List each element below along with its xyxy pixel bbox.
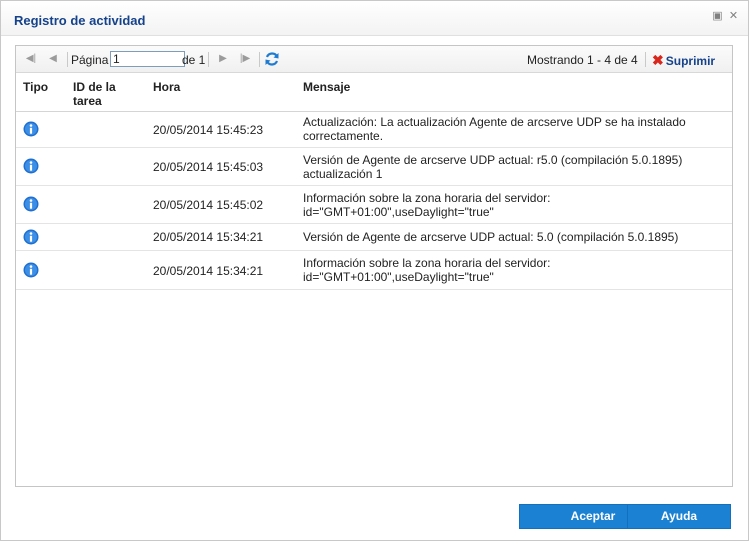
paging-toolbar: ◀| ◀ Página de 1 ▶ |▶ Mostrando 1 - 4 de… bbox=[16, 46, 732, 73]
toolbar-separator bbox=[645, 52, 646, 67]
column-header-job-id-line2: tarea bbox=[73, 94, 102, 108]
column-header-type[interactable]: Tipo bbox=[23, 80, 48, 94]
last-page-icon[interactable]: |▶ bbox=[238, 52, 252, 66]
row-message: Versión de Agente de arcserve UDP actual… bbox=[303, 153, 682, 181]
toolbar-separator bbox=[259, 52, 260, 67]
row-message: Versión de Agente de arcserve UDP actual… bbox=[303, 230, 678, 244]
row-message-line1: Actualización: La actualización Agente d… bbox=[303, 115, 686, 129]
info-icon bbox=[23, 262, 39, 278]
row-message-line1: Versión de Agente de arcserve UDP actual… bbox=[303, 230, 679, 244]
row-message-line2: correctamente. bbox=[303, 129, 384, 143]
info-icon bbox=[23, 121, 39, 137]
column-header-job-id-line1: ID de la bbox=[73, 80, 116, 94]
close-icon[interactable]: ✕ bbox=[728, 11, 739, 22]
next-page-icon[interactable]: ▶ bbox=[216, 52, 230, 66]
row-message-line1: Información sobre la zona horaria del se… bbox=[303, 191, 551, 205]
help-button[interactable]: Ayuda bbox=[627, 504, 731, 529]
table-header: Tipo ID de la tarea Hora Mensaje bbox=[16, 73, 732, 112]
row-message: Información sobre la zona horaria del se… bbox=[303, 256, 550, 284]
column-header-message[interactable]: Mensaje bbox=[303, 80, 350, 94]
restore-icon[interactable]: ▣ bbox=[712, 11, 723, 22]
page-number-input[interactable] bbox=[110, 51, 185, 67]
table-row[interactable]: 20/05/2014 15:45:03 Versión de Agente de… bbox=[16, 148, 732, 186]
row-message-line2: id="GMT+01:00",useDaylight="true" bbox=[303, 270, 494, 284]
row-time: 20/05/2014 15:34:21 bbox=[153, 264, 264, 278]
row-time: 20/05/2014 15:45:02 bbox=[153, 198, 264, 212]
info-icon bbox=[23, 196, 39, 212]
info-icon bbox=[23, 229, 39, 245]
row-time: 20/05/2014 15:45:23 bbox=[153, 123, 264, 137]
table-row[interactable]: 20/05/2014 15:34:21 Información sobre la… bbox=[16, 251, 732, 290]
table-row[interactable]: 20/05/2014 15:34:21 Versión de Agente de… bbox=[16, 224, 732, 251]
column-header-time[interactable]: Hora bbox=[153, 80, 180, 94]
row-message-line1: Información sobre la zona horaria del se… bbox=[303, 256, 551, 270]
dialog-title: Registro de actividad bbox=[14, 13, 146, 28]
first-page-icon[interactable]: ◀| bbox=[24, 52, 38, 66]
row-time: 20/05/2014 15:34:21 bbox=[153, 230, 264, 244]
title-bar: Registro de actividad ▣ ✕ bbox=[1, 1, 748, 36]
delete-label: Suprimir bbox=[665, 54, 716, 68]
activity-grid: ◀| ◀ Página de 1 ▶ |▶ Mostrando 1 - 4 de… bbox=[15, 45, 733, 487]
row-time: 20/05/2014 15:45:03 bbox=[153, 160, 264, 174]
row-message-line1: Versión de Agente de arcserve UDP actual… bbox=[303, 153, 683, 167]
row-message-line2: id="GMT+01:00",useDaylight="true" bbox=[303, 205, 494, 219]
row-message-line2: actualización 1 bbox=[303, 167, 383, 181]
toolbar-separator bbox=[208, 52, 209, 67]
delete-icon: ✖ bbox=[652, 52, 664, 68]
previous-page-icon[interactable]: ◀ bbox=[46, 52, 60, 66]
row-message: Actualización: La actualización Agente d… bbox=[303, 115, 686, 143]
table-row[interactable]: 20/05/2014 15:45:23 Actualización: La ac… bbox=[16, 112, 732, 148]
row-message: Información sobre la zona horaria del se… bbox=[303, 191, 550, 219]
activity-log-dialog: Registro de actividad ▣ ✕ ◀| ◀ Página de… bbox=[0, 0, 749, 541]
delete-button[interactable]: ✖ Suprimir bbox=[652, 52, 715, 68]
info-icon bbox=[23, 158, 39, 174]
refresh-icon[interactable] bbox=[264, 51, 280, 67]
table-body: 20/05/2014 15:45:23 Actualización: La ac… bbox=[16, 112, 732, 290]
table-row[interactable]: 20/05/2014 15:45:02 Información sobre la… bbox=[16, 186, 732, 224]
page-count-label: de 1 bbox=[182, 53, 206, 67]
paging-status: Mostrando 1 - 4 de 4 bbox=[527, 53, 638, 67]
column-header-job-id[interactable]: ID de la tarea bbox=[73, 80, 116, 108]
page-label: Página bbox=[71, 53, 109, 67]
toolbar-separator bbox=[67, 52, 68, 67]
